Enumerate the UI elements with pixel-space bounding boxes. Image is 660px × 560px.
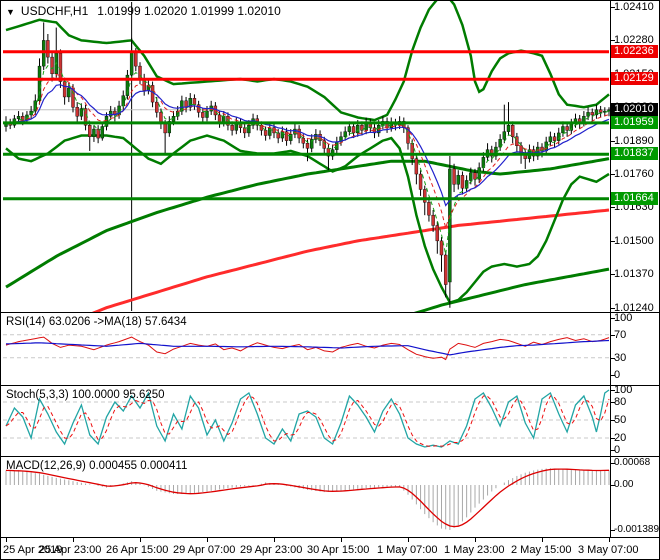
- stoch-axis-label: 50: [614, 414, 627, 426]
- time-tick-mark: [207, 538, 208, 542]
- rsi-label: RSI(14) 63.0206 ->MA(18) 57.6434: [6, 316, 187, 328]
- price-tick-mark: [610, 141, 615, 142]
- macd-label: MACD(12,26,9) 0.000455 0.000411: [6, 460, 188, 472]
- stoch-label: Stoch(5,3,3) 100.0000 95.6250: [6, 389, 165, 401]
- time-tick-label: 3 May 07:00: [578, 544, 639, 556]
- price-tick-label: 1.01890: [614, 135, 654, 147]
- rsi-axis-label: 70: [614, 329, 627, 341]
- price-tick-mark: [610, 207, 615, 208]
- price-badge: 1.02236: [611, 45, 658, 58]
- stoch-axis-label: 80: [614, 396, 627, 408]
- symbol-timeframe-label: USDCHF,H1: [20, 4, 89, 18]
- time-tick-mark: [73, 538, 74, 542]
- macd-axis-label: 0.00068: [614, 457, 651, 468]
- time-tick-mark: [408, 538, 409, 542]
- time-tick-label: 30 Apr 15:00: [307, 544, 370, 556]
- time-tick-label: 2 May 15:00: [511, 544, 572, 556]
- rsi-tick-mark: [610, 358, 615, 359]
- rsi-tick-mark: [610, 375, 615, 376]
- price-tick-label: 1.01760: [614, 168, 654, 180]
- macd-axis-label: 0.00: [614, 479, 634, 490]
- stoch-tick-mark: [610, 438, 615, 439]
- price-tick-mark: [610, 274, 615, 275]
- price-tick-mark: [610, 308, 615, 309]
- time-tick-label: 1 May 07:00: [377, 544, 438, 556]
- trading-chart-window: ▼ USDCHF,H1 1.01999 1.02020 1.01999 1.0201…: [0, 0, 660, 560]
- stoch-tick-mark: [610, 402, 615, 403]
- price-tick-mark: [610, 7, 615, 8]
- macd-tick-mark: [610, 530, 615, 531]
- time-tick-mark: [542, 538, 543, 542]
- time-tick-label: 29 Apr 07:00: [173, 544, 236, 556]
- time-tick-label: 25 Apr 23:00: [39, 544, 102, 556]
- rsi-axis-label: 100: [614, 312, 633, 324]
- time-tick-mark: [6, 538, 7, 542]
- price-badge: 1.01837: [611, 147, 658, 160]
- rsi-axis-label: 30: [614, 352, 627, 364]
- price-tick-label: 1.02410: [614, 1, 654, 13]
- time-tick-mark: [140, 538, 141, 542]
- price-tick-mark: [610, 40, 615, 41]
- stoch-tick-mark: [610, 390, 615, 391]
- price-badge: 1.01959: [611, 116, 658, 129]
- time-tick-label: 1 May 23:00: [444, 544, 505, 556]
- macd-tick-mark: [610, 463, 615, 464]
- price-badge: 1.02129: [611, 72, 658, 85]
- price-tick-label: 1.01370: [614, 268, 654, 280]
- macd-axis-label: -0.001389: [614, 524, 660, 535]
- price-tick-mark: [610, 241, 615, 242]
- price-badge: 1.02010: [611, 103, 658, 116]
- time-tick-mark: [274, 538, 275, 542]
- time-tick-label: 29 Apr 23:00: [240, 544, 303, 556]
- time-tick-label: 26 Apr 15:00: [106, 544, 169, 556]
- time-tick-mark: [475, 538, 476, 542]
- stoch-tick-mark: [610, 450, 615, 451]
- candlestick-layer: [3, 1, 610, 312]
- price-tick-label: 1.01500: [614, 235, 654, 247]
- price-tick-mark: [610, 174, 615, 175]
- stoch-tick-mark: [610, 420, 615, 421]
- stoch-axis-label: 100: [614, 384, 633, 396]
- stoch-axis-label: 20: [614, 432, 627, 444]
- ohlc-values: 1.01999 1.02020 1.01999 1.02010: [97, 4, 281, 18]
- chart-title: ▼ USDCHF,H1 1.01999 1.02020 1.01999 1.0201…: [6, 4, 281, 18]
- main-chart-canvas[interactable]: [1, 1, 610, 312]
- rsi-tick-mark: [610, 318, 615, 319]
- symbol-dropdown-icon[interactable]: ▼: [6, 7, 15, 17]
- price-badge: 1.01664: [611, 192, 658, 205]
- macd-tick-mark: [610, 485, 615, 486]
- time-tick-mark: [609, 538, 610, 542]
- time-tick-mark: [341, 538, 342, 542]
- rsi-tick-mark: [610, 335, 615, 336]
